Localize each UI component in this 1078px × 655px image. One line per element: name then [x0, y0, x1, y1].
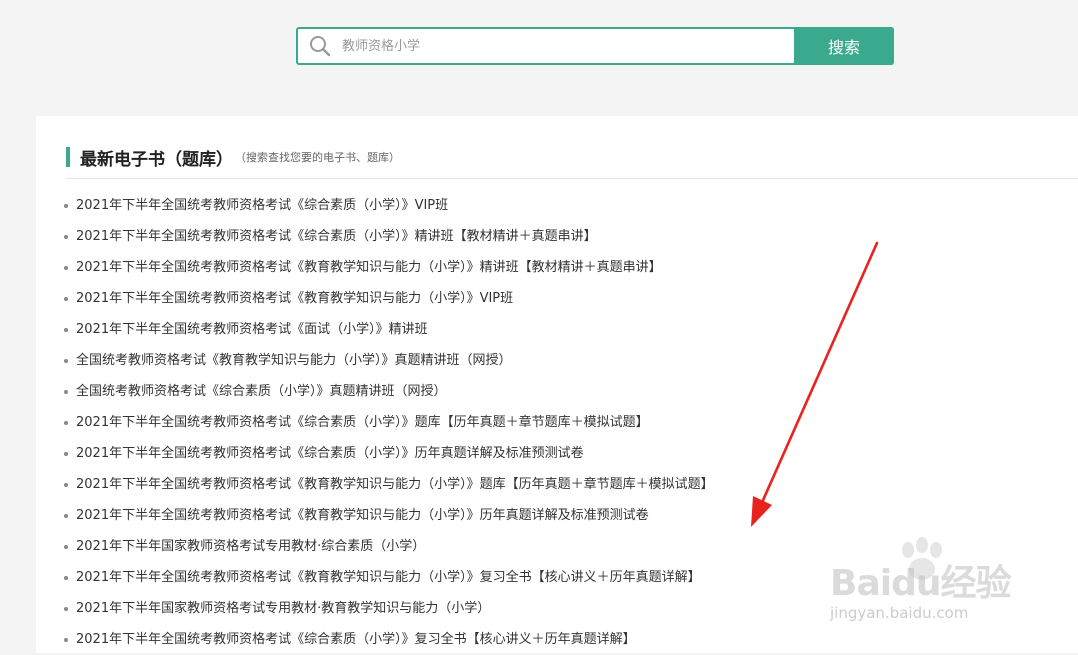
list-item: 2021年下半年全国统考教师资格考试《教育教学知识与能力（小学）》复习全书【核心… [64, 562, 714, 593]
list-item: 全国统考教师资格考试《综合素质（小学）》真题精讲班（网授） [64, 376, 714, 407]
ebook-link[interactable]: 2021年下半年全国统考教师资格考试《综合素质（小学）》复习全书【核心讲义＋历年… [76, 624, 636, 655]
bullet-icon [64, 482, 68, 487]
search-bar: 搜索 [296, 27, 894, 65]
list-item: 2021年下半年全国统考教师资格考试《综合素质（小学）》精讲班【教材精讲＋真题串… [64, 221, 714, 252]
search-icon [298, 29, 338, 63]
bullet-icon [64, 265, 68, 270]
ebook-link[interactable]: 2021年下半年全国统考教师资格考试《综合素质（小学）》VIP班 [76, 190, 448, 221]
list-item: 2021年下半年全国统考教师资格考试《教育教学知识与能力（小学）》题库【历年真题… [64, 469, 714, 500]
section-divider [66, 178, 1078, 179]
section-header: 最新电子书（题库） （搜索查找您要的电子书、题库） [66, 146, 400, 170]
bullet-icon [64, 606, 68, 611]
ebook-link[interactable]: 2021年下半年全国统考教师资格考试《教育教学知识与能力（小学）》精讲班【教材精… [76, 252, 662, 283]
ebook-link[interactable]: 2021年下半年全国统考教师资格考试《综合素质（小学）》历年真题详解及标准预测试… [76, 438, 584, 469]
bullet-icon [64, 451, 68, 456]
search-input[interactable] [338, 29, 794, 63]
list-item: 2021年下半年全国统考教师资格考试《综合素质（小学）》复习全书【核心讲义＋历年… [64, 624, 714, 655]
search-button[interactable]: 搜索 [794, 27, 894, 65]
ebook-link[interactable]: 2021年下半年全国统考教师资格考试《面试（小学）》精讲班 [76, 314, 428, 345]
ebook-link[interactable]: 全国统考教师资格考试《综合素质（小学）》真题精讲班（网授） [76, 376, 447, 407]
ebook-list: 2021年下半年全国统考教师资格考试《综合素质（小学）》VIP班 2021年下半… [64, 190, 714, 655]
list-item: 2021年下半年全国统考教师资格考试《教育教学知识与能力（小学）》历年真题详解及… [64, 500, 714, 531]
bullet-icon [64, 389, 68, 394]
list-item: 2021年下半年全国统考教师资格考试《综合素质（小学）》VIP班 [64, 190, 714, 221]
ebook-link[interactable]: 2021年下半年全国统考教师资格考试《教育教学知识与能力（小学）》VIP班 [76, 283, 513, 314]
section-title: 最新电子书（题库） [80, 149, 233, 170]
ebook-link[interactable]: 全国统考教师资格考试《教育教学知识与能力（小学）》真题精讲班（网授） [76, 345, 512, 376]
list-item: 2021年下半年国家教师资格考试专用教材·综合素质（小学） [64, 531, 714, 562]
bullet-icon [64, 234, 68, 239]
bullet-icon [64, 513, 68, 518]
ebook-link[interactable]: 2021年下半年国家教师资格考试专用教材·教育教学知识与能力（小学） [76, 593, 490, 624]
ebook-link[interactable]: 2021年下半年全国统考教师资格考试《综合素质（小学）》精讲班【教材精讲＋真题串… [76, 221, 597, 252]
section-accent-bar [66, 147, 70, 167]
bullet-icon [64, 544, 68, 549]
bullet-icon [64, 203, 68, 208]
bullet-icon [64, 358, 68, 363]
section-subtitle: （搜索查找您要的电子书、题库） [235, 151, 400, 164]
bullet-icon [64, 420, 68, 425]
ebook-link[interactable]: 2021年下半年全国统考教师资格考试《教育教学知识与能力（小学）》历年真题详解及… [76, 500, 649, 531]
list-item: 2021年下半年全国统考教师资格考试《综合素质（小学）》历年真题详解及标准预测试… [64, 438, 714, 469]
list-item: 2021年下半年全国统考教师资格考试《面试（小学）》精讲班 [64, 314, 714, 345]
bullet-icon [64, 575, 68, 580]
ebook-link[interactable]: 2021年下半年全国统考教师资格考试《教育教学知识与能力（小学）》复习全书【核心… [76, 562, 701, 593]
bullet-icon [64, 296, 68, 301]
list-item: 2021年下半年国家教师资格考试专用教材·教育教学知识与能力（小学） [64, 593, 714, 624]
ebook-link[interactable]: 2021年下半年全国统考教师资格考试《综合素质（小学）》题库【历年真题＋章节题库… [76, 407, 649, 438]
bullet-icon [64, 327, 68, 332]
ebook-panel: 最新电子书（题库） （搜索查找您要的电子书、题库） 2021年下半年全国统考教师… [36, 116, 1078, 653]
ebook-link[interactable]: 2021年下半年国家教师资格考试专用教材·综合素质（小学） [76, 531, 425, 562]
list-item: 2021年下半年全国统考教师资格考试《教育教学知识与能力（小学）》精讲班【教材精… [64, 252, 714, 283]
ebook-link[interactable]: 2021年下半年全国统考教师资格考试《教育教学知识与能力（小学）》题库【历年真题… [76, 469, 714, 500]
list-item: 2021年下半年全国统考教师资格考试《教育教学知识与能力（小学）》VIP班 [64, 283, 714, 314]
list-item: 2021年下半年全国统考教师资格考试《综合素质（小学）》题库【历年真题＋章节题库… [64, 407, 714, 438]
list-item: 全国统考教师资格考试《教育教学知识与能力（小学）》真题精讲班（网授） [64, 345, 714, 376]
bullet-icon [64, 637, 68, 642]
